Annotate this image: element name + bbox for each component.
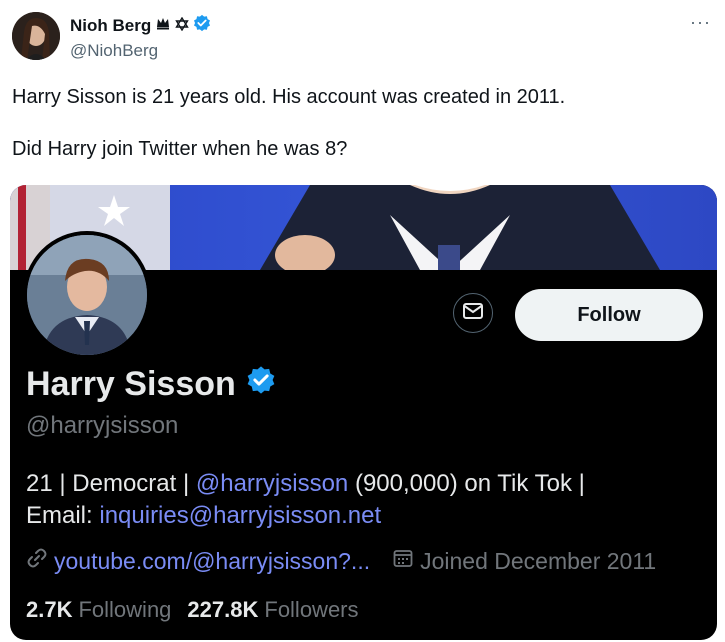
profile-stats: 2.7K Following 227.8K Followers — [26, 597, 359, 623]
message-icon — [462, 300, 484, 327]
bio-email-label: Email: — [26, 502, 100, 529]
followers-stat: 227.8K Followers — [187, 597, 358, 623]
followers-count: 227.8K — [187, 597, 259, 622]
author-block: Nioh Berg @NiohBerg — [70, 14, 211, 61]
more-options-icon[interactable]: ··· — [690, 12, 711, 33]
profile-avatar[interactable] — [23, 231, 151, 359]
tweet-text-line: Did Harry join Twitter when he was 8? — [12, 138, 348, 160]
profile-name-row: Harry Sisson — [26, 365, 276, 404]
author-avatar[interactable] — [12, 12, 60, 60]
bio-mention-link: @harryjsisson — [195, 470, 349, 497]
crown-icon — [155, 15, 171, 36]
following-label: Following — [78, 597, 172, 622]
bio-text: 21 | Democrat | — [26, 470, 196, 497]
profile-name: Harry Sisson — [26, 365, 236, 403]
bio-email-link: inquiries@harryjsisson.net — [99, 502, 382, 529]
tweet-text: Harry Sisson is 21 years old. His accoun… — [12, 84, 565, 188]
profile-handle: @harryjsisson — [26, 412, 179, 439]
calendar-icon — [392, 547, 414, 575]
profile-meta: youtube.com/@harryjsisson?... Joined Dec… — [26, 547, 656, 575]
message-button[interactable] — [453, 293, 493, 333]
author-handle[interactable]: @NiohBerg — [70, 41, 211, 61]
following-stat: 2.7K Following — [26, 597, 171, 623]
verified-badge-icon — [246, 365, 276, 404]
follow-button[interactable]: Follow — [515, 289, 703, 341]
link-icon — [26, 547, 48, 575]
verified-badge-icon — [193, 14, 211, 37]
tweet-text-line: Harry Sisson is 21 years old. His accoun… — [12, 86, 566, 108]
followers-label: Followers — [264, 597, 359, 622]
following-count: 2.7K — [26, 597, 73, 622]
profile-card-image[interactable]: Follow Harry Sisson @harryjsisson 21 | D… — [10, 185, 717, 640]
author-name[interactable]: Nioh Berg — [70, 16, 151, 36]
profile-website-link: youtube.com/@harryjsisson?... — [54, 547, 371, 574]
star-of-david-icon — [175, 16, 189, 36]
bio-text: (900,000) on Tik Tok | — [348, 470, 585, 497]
profile-joined-date: Joined December 2011 — [420, 547, 657, 574]
profile-bio: 21 | Democrat | @harryjsisson (900,000) … — [26, 468, 706, 532]
